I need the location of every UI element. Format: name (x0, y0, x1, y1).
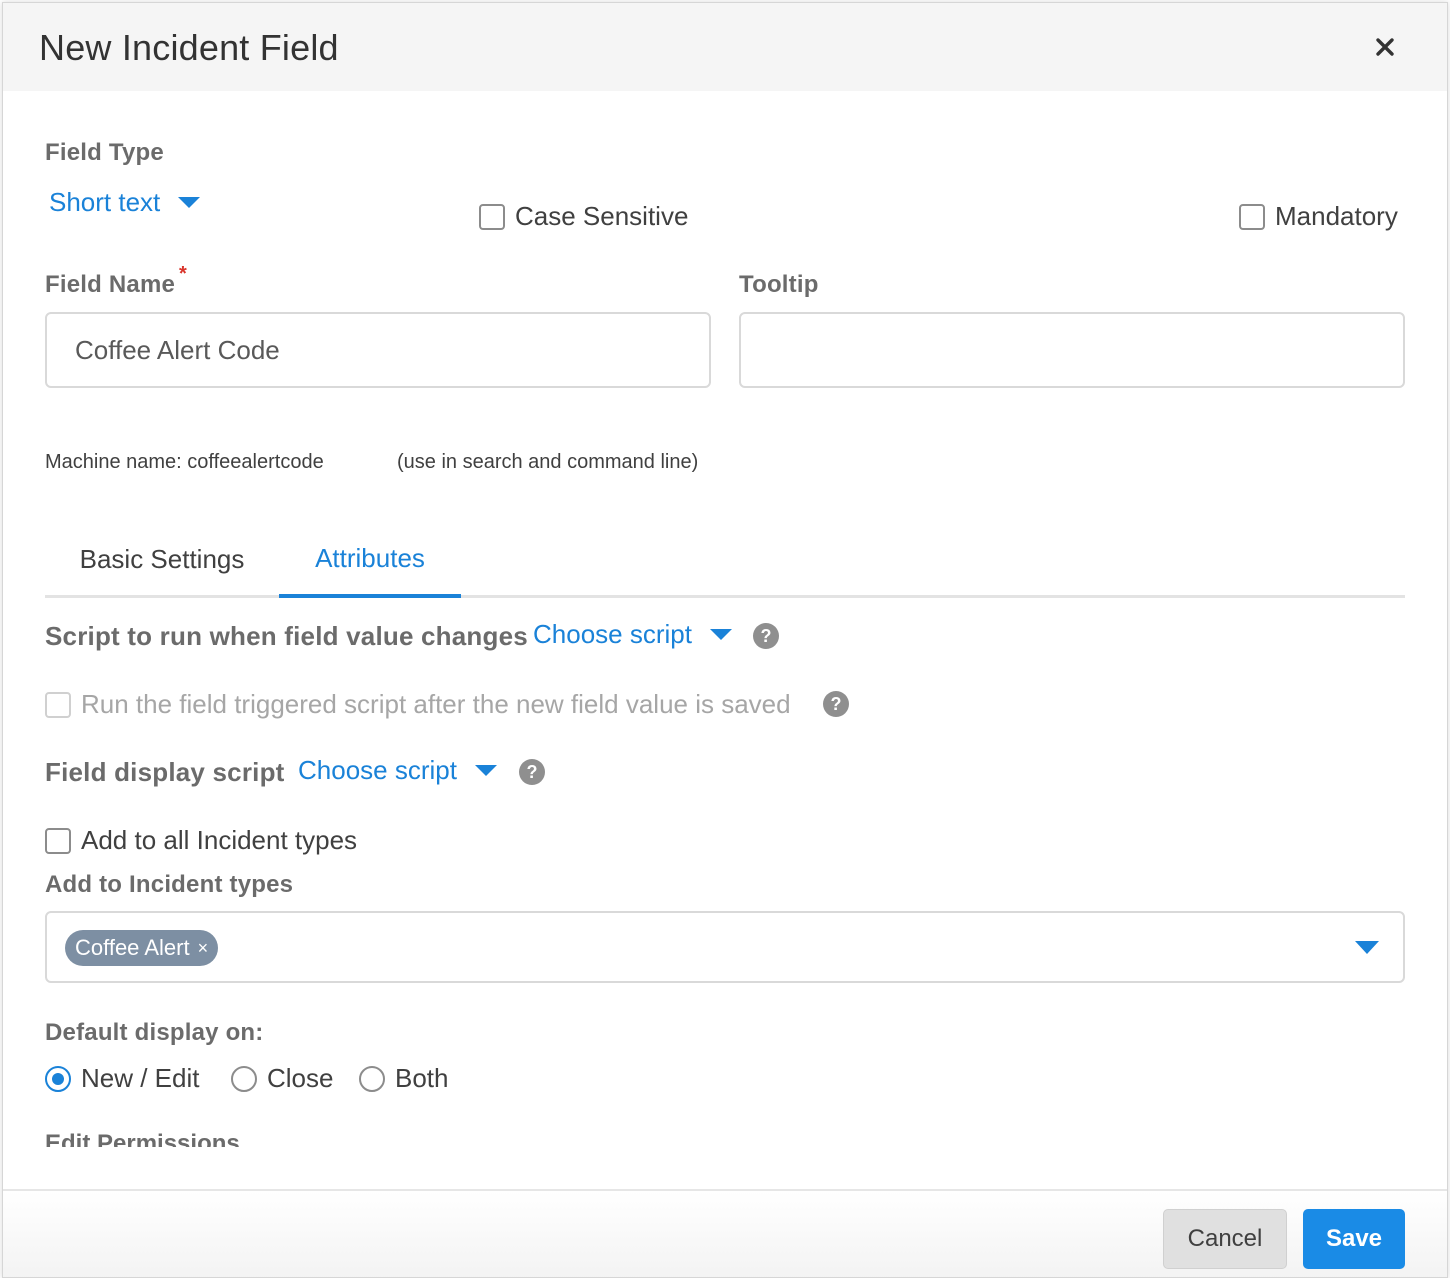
new-incident-field-dialog: New Incident Field Field Type Short text… (2, 2, 1448, 1278)
caret-down-icon (709, 629, 732, 640)
required-marker: * (179, 263, 188, 285)
help-icon[interactable]: ? (823, 691, 849, 717)
choose-script-dropdown[interactable]: Choose script (533, 619, 732, 650)
run-after-save-checkbox[interactable]: Run the field triggered script after the… (45, 689, 791, 720)
close-icon (1376, 38, 1394, 56)
modal-footer: Cancel Save (3, 1189, 1447, 1277)
caret-down-icon[interactable] (1355, 941, 1379, 954)
checkbox-box[interactable] (479, 203, 505, 230)
tab-basic-settings[interactable]: Basic Settings (45, 523, 279, 595)
radio-button[interactable] (231, 1065, 257, 1092)
choose-script-text: Choose script (533, 619, 692, 649)
save-button[interactable]: Save (1303, 1209, 1405, 1269)
radio-close[interactable]: Close (231, 1063, 333, 1094)
run-after-save-label: Run the field triggered script after the… (81, 689, 791, 719)
case-sensitive-checkbox[interactable]: Case Sensitive (479, 201, 688, 232)
default-display-label: Default display on: (45, 1019, 264, 1046)
field-type-dropdown[interactable]: Short text (49, 187, 201, 218)
radio-label: New / Edit (81, 1063, 200, 1093)
add-all-types-checkbox[interactable]: Add to all Incident types (45, 825, 357, 856)
settings-tabs: Basic Settings Attributes (45, 523, 1405, 598)
radio-both[interactable]: Both (359, 1063, 449, 1094)
machine-name-hint: (use in search and command line) (397, 451, 699, 473)
close-button[interactable] (1365, 25, 1405, 69)
mandatory-checkbox[interactable]: Mandatory (1239, 201, 1398, 232)
add-types-label: Add to Incident types (45, 871, 294, 898)
modal-title: New Incident Field (39, 27, 339, 68)
case-sensitive-label: Case Sensitive (515, 201, 689, 231)
radio-button[interactable] (359, 1065, 385, 1092)
tooltip-label: Tooltip (739, 271, 819, 298)
incident-types-select[interactable]: Coffee Alert × (45, 911, 1405, 983)
script-label: Script to run when field value changes (45, 621, 528, 651)
display-script-dropdown[interactable]: Choose script (298, 755, 497, 786)
field-name-input[interactable] (45, 312, 711, 388)
help-icon[interactable]: ? (519, 759, 545, 785)
mandatory-label: Mandatory (1275, 201, 1398, 231)
tab-attributes[interactable]: Attributes (279, 523, 461, 598)
checkbox-box[interactable] (45, 827, 71, 854)
field-name-label: Field Name * (45, 263, 187, 299)
checkbox-box[interactable] (45, 691, 71, 718)
display-script-label: Field display script (45, 757, 285, 787)
cancel-button[interactable]: Cancel (1163, 1209, 1287, 1269)
radio-new-edit[interactable]: New / Edit (45, 1063, 200, 1094)
incident-type-chip: Coffee Alert × (65, 930, 219, 966)
field-type-value: Short text (49, 187, 161, 217)
help-icon[interactable]: ? (753, 623, 779, 649)
field-name-label-text: Field Name (45, 271, 176, 298)
chip-remove-icon[interactable]: × (198, 938, 209, 959)
display-script-choose-text: Choose script (298, 755, 457, 785)
caret-down-icon (178, 197, 201, 208)
chip-label: Coffee Alert (75, 935, 190, 960)
machine-name: Machine name: coffeealertcode (45, 451, 324, 473)
modal-header: New Incident Field (3, 3, 1447, 91)
checkbox-box[interactable] (1239, 203, 1265, 230)
radio-label: Close (267, 1063, 334, 1093)
radio-button[interactable] (45, 1065, 71, 1092)
radio-label: Both (395, 1063, 449, 1093)
edit-permissions-label: Edit Permissions (45, 1130, 240, 1147)
caret-down-icon (474, 765, 497, 776)
tooltip-input[interactable] (739, 312, 1405, 388)
field-type-label: Field Type (45, 139, 164, 166)
add-all-types-label: Add to all Incident types (81, 825, 358, 855)
